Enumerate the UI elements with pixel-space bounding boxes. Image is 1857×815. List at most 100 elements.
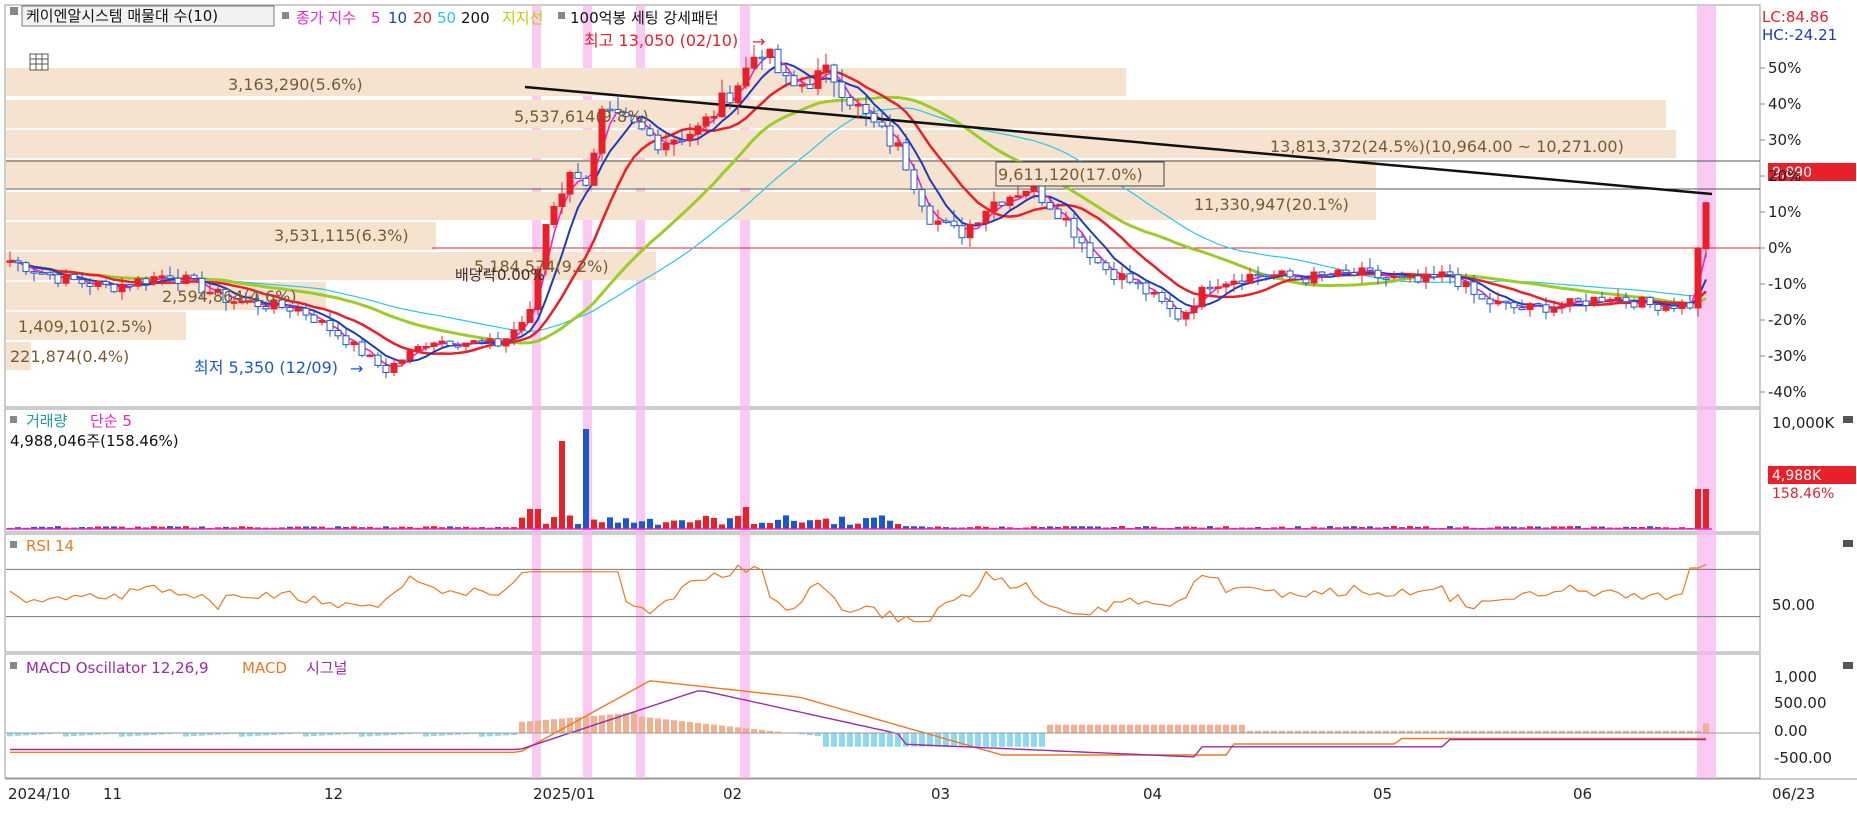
macd-osc-bar [887, 733, 893, 747]
candle-body [1335, 270, 1341, 276]
candle-body [1519, 308, 1525, 310]
candle-body [1511, 303, 1517, 308]
candle-body [1359, 268, 1365, 275]
volume-bar [687, 522, 693, 529]
rsi-close-icon[interactable] [1843, 540, 1853, 547]
macd-osc-bar [983, 733, 989, 747]
macd-osc-bar [823, 733, 829, 747]
pct-tick: 50% [1768, 59, 1801, 77]
candle-body [943, 221, 949, 223]
volume-bar [895, 524, 901, 529]
macd-close-icon[interactable] [1843, 662, 1853, 669]
pattern-label[interactable]: 100억봉 세팅 강세패턴 [570, 9, 719, 27]
candle-body [727, 93, 733, 103]
volume-bar [591, 520, 597, 529]
support-label[interactable]: 지지선 [502, 9, 543, 27]
rsi-title[interactable]: RSI 14 [26, 537, 74, 555]
candle-body [1615, 297, 1621, 299]
candle-body [1535, 304, 1541, 306]
candle-body [591, 153, 597, 185]
candle-body [1247, 274, 1253, 283]
candle-body [1151, 293, 1157, 295]
macd-osc-bar [663, 719, 669, 733]
volume-bar [823, 519, 829, 529]
macd-osc-bar [687, 722, 693, 733]
candle-body [1487, 299, 1493, 304]
vp-label-4: 9,611,120(17.0%) [998, 165, 1143, 184]
volume-tag-value: 4,988K [1772, 468, 1822, 484]
volume-ma-label[interactable]: 단순 5 [90, 412, 132, 430]
candle-body [1047, 203, 1053, 209]
volume-bar [735, 516, 741, 529]
candle-body [1631, 302, 1637, 307]
macd-osc-bar [63, 733, 69, 737]
ma-legend-label[interactable]: 종가 지수 [296, 9, 356, 27]
vp-label-10: 221,874(0.4%) [10, 347, 129, 366]
candle-body [1623, 297, 1629, 301]
volume-close-icon[interactable] [1843, 416, 1853, 423]
volume-bar [559, 441, 565, 529]
candle-body [39, 273, 45, 275]
macd-title[interactable]: MACD Oscillator 12,26,9 [26, 659, 209, 677]
candle-body [1351, 273, 1357, 275]
macd-osc-bar [839, 733, 845, 747]
ma10-label: 10 [388, 9, 407, 27]
volume-legend-icon [10, 416, 17, 423]
macd-osc-bar [239, 733, 245, 737]
candle-body [1687, 303, 1693, 308]
pct-tick: 0% [1768, 239, 1792, 257]
ma50-label: 50 [437, 9, 456, 27]
candle-body [1695, 249, 1701, 308]
candle-body [1671, 306, 1677, 308]
candle-body [1527, 304, 1533, 310]
candle-body [1583, 301, 1589, 305]
candle-body [1079, 237, 1085, 243]
high-arrow-icon: → [752, 32, 765, 51]
vp-label-5: 11,330,947(20.1%) [1194, 195, 1349, 214]
candle-body [655, 135, 661, 150]
volume-bar [839, 517, 845, 529]
candle-body [1223, 284, 1229, 287]
macd-osc-bar [1015, 733, 1021, 747]
macd-osc-bar [743, 728, 749, 733]
volume-bar [551, 517, 557, 529]
candle-body [183, 275, 189, 283]
chart-window: 케이엔알시스템 매물대 수(10) 종가 지수 5 10 20 50 200 지… [0, 0, 1857, 811]
candle-body [1191, 307, 1197, 313]
candle-body [735, 86, 741, 103]
candle-body [319, 321, 325, 323]
x-label-2025-01: 2025/01 [533, 785, 595, 803]
volume-title[interactable]: 거래량 [26, 412, 68, 430]
volume-bar [623, 518, 629, 529]
candle-body [471, 341, 477, 343]
candle-body [31, 272, 37, 274]
candle-body [991, 202, 997, 211]
candle-body [1343, 270, 1349, 272]
macd-osc-bar [1055, 725, 1061, 733]
macd-tick-neg500: -500.00 [1774, 749, 1832, 767]
candle-body [935, 221, 941, 224]
candle-body [1159, 293, 1165, 302]
volume-bar [519, 518, 525, 529]
candle-body [495, 339, 501, 346]
candle-body [1071, 218, 1077, 237]
candle-body [447, 341, 453, 345]
table-icon[interactable] [30, 54, 48, 70]
volume-current: 4,988,046주(158.46%) [10, 432, 179, 450]
ma200-label: 200 [461, 9, 490, 27]
pct-tick: -40% [1768, 383, 1807, 401]
candle-body [863, 105, 869, 114]
candle-body [695, 126, 701, 134]
macd-osc-bar [847, 733, 853, 747]
candle-body [975, 223, 981, 225]
candle-body [343, 336, 349, 345]
volume-bar [615, 523, 621, 529]
candle-body [719, 93, 725, 117]
candle-body [351, 342, 357, 345]
candle-body [407, 351, 413, 360]
candle-body [63, 274, 69, 283]
macd-osc-bar [1231, 725, 1237, 733]
macd-osc-bar [551, 719, 557, 733]
x-label-12: 12 [324, 785, 343, 803]
candle-body [1415, 276, 1421, 282]
